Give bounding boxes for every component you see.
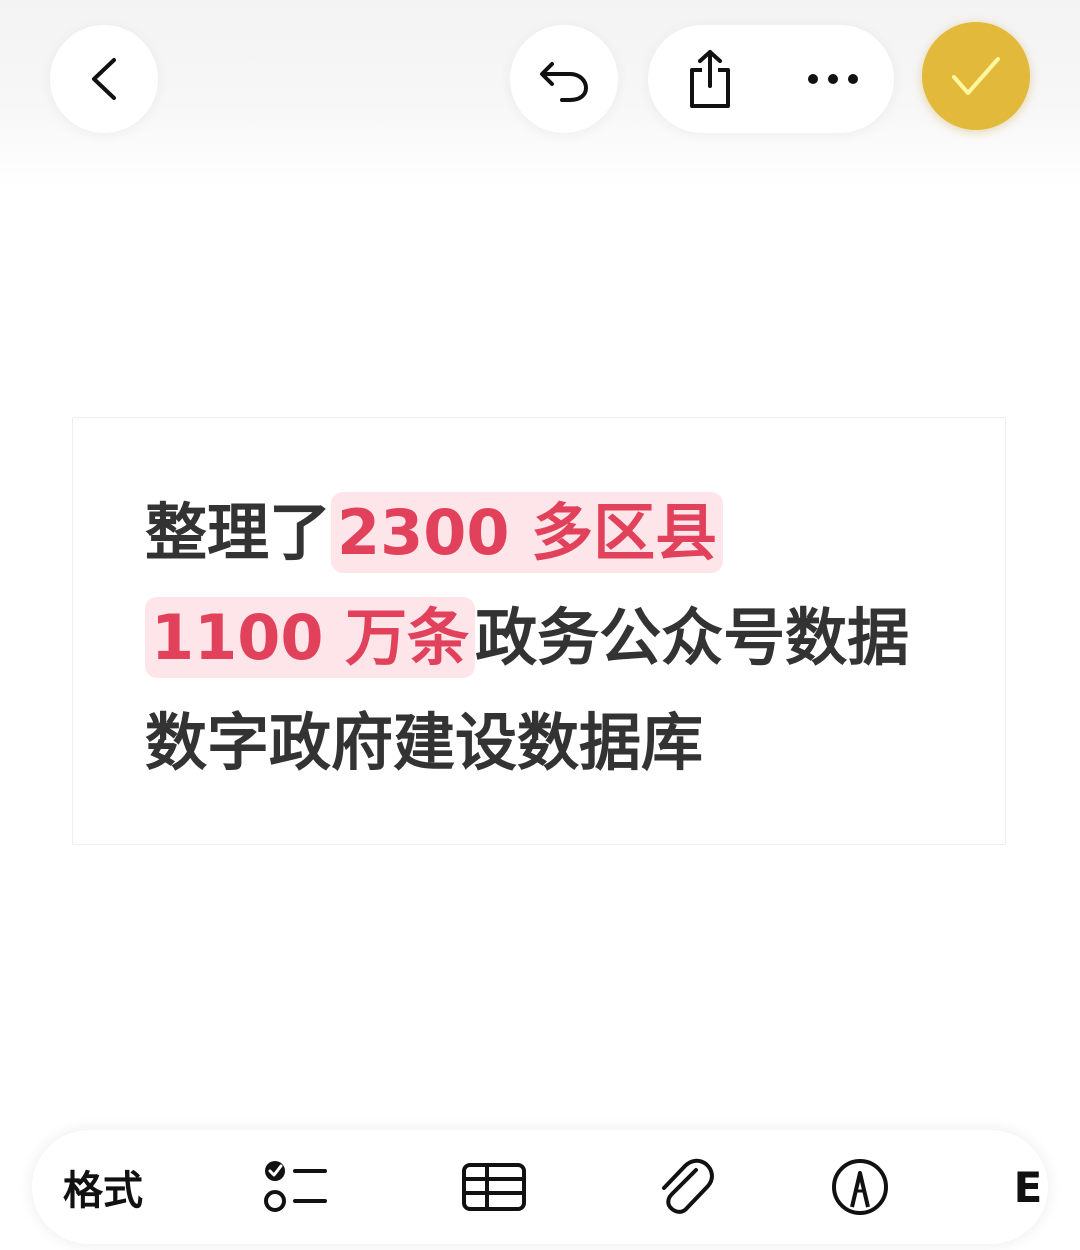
line2-suffix: 政务公众号数据 [475,601,910,674]
pen-circle-icon [832,1159,888,1215]
note-image-card: 整理了2300 多区县 1100 万条政务公众号数据 数字政府建设数据库 [72,417,1006,845]
checklist-button[interactable] [260,1154,332,1220]
more-tools-button[interactable]: E [1013,1154,1043,1220]
attachment-button[interactable] [654,1154,716,1220]
line1-highlight: 2300 多区县 [331,492,724,573]
table-button[interactable] [457,1154,531,1220]
format-button[interactable]: 格式 [58,1154,148,1220]
format-label: 格式 [63,1168,143,1214]
share-button[interactable] [660,29,760,129]
note-line-3: 数字政府建设数据库 [145,706,704,779]
share-icon [689,50,730,108]
table-icon [462,1163,526,1211]
line2-highlight: 1100 万条 [145,597,476,678]
undo-icon [540,62,589,102]
checkmark-icon [952,57,1000,95]
undo-button[interactable] [510,25,618,133]
note-line-1: 整理了2300 多区县 [145,492,724,573]
markup-button[interactable] [828,1154,892,1220]
share-more-group [648,25,894,133]
more-button[interactable] [783,29,883,129]
checklist-icon [264,1161,327,1212]
ellipsis-icon [807,74,858,84]
bottom-toolbar: 格式 E [32,1130,1048,1244]
chevron-left-icon [92,58,116,100]
paperclip-icon [662,1158,714,1214]
edge-glyph: E [1013,1162,1043,1212]
line1-prefix: 整理了 [145,496,332,569]
done-button[interactable] [922,22,1030,130]
back-button[interactable] [50,25,158,133]
note-line-2: 1100 万条政务公众号数据 [145,597,910,678]
